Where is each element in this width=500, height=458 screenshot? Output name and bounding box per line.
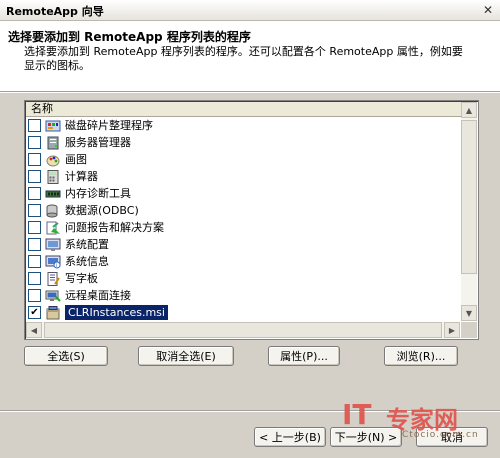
list-item[interactable]: 磁盘碎片整理程序	[26, 117, 460, 134]
list-item[interactable]: 内存诊断工具	[26, 185, 460, 202]
checkbox[interactable]	[28, 153, 41, 166]
list-item[interactable]: 系统配置	[26, 236, 460, 253]
page-title: 选择要添加到 RemoteApp 程序列表的程序	[8, 30, 251, 44]
checkbox[interactable]	[28, 204, 41, 217]
remote-desktop-icon	[45, 289, 61, 303]
defrag-icon	[45, 119, 61, 133]
list-item-label: 系统信息	[65, 255, 109, 268]
browse-button[interactable]: 浏览(R)...	[384, 346, 458, 366]
checkbox[interactable]	[28, 170, 41, 183]
list-item[interactable]: 计算器	[26, 168, 460, 185]
watermark-site: Ctocio.com.cn	[402, 430, 479, 440]
list-item-label: 问题报告和解决方案	[65, 221, 164, 234]
list-item-label: 磁盘碎片整理程序	[65, 119, 153, 132]
list-item-label: 计算器	[65, 170, 98, 183]
checkbox[interactable]	[28, 289, 41, 302]
server-manager-icon	[45, 136, 61, 150]
list-item-label: 写字板	[65, 272, 98, 285]
list-item-label: 服务器管理器	[65, 136, 131, 149]
list-item-label: 画图	[65, 153, 87, 166]
vertical-scrollbar[interactable]: ▲ ▼	[461, 102, 477, 321]
select-all-button[interactable]: 全选(S)	[24, 346, 108, 366]
header-divider	[0, 92, 500, 93]
svg-text:i: i	[56, 263, 57, 269]
problem-reports-icon	[45, 221, 61, 235]
system-info-icon: i	[45, 255, 61, 269]
checkbox[interactable]	[28, 136, 41, 149]
checkbox[interactable]	[28, 255, 41, 268]
scroll-up-icon[interactable]: ▲	[461, 102, 477, 118]
list-item-label: 远程桌面连接	[65, 289, 131, 302]
page-description: 选择要添加到 RemoteApp 程序列表的程序。还可以配置各个 RemoteA…	[24, 45, 463, 72]
watermark-logo: IT 专家网 Ctocio.com.cn	[342, 398, 492, 454]
window-title: RemoteApp 向导	[6, 5, 104, 18]
watermark-it: IT	[342, 398, 372, 431]
back-button[interactable]: < 上一步(B)	[254, 427, 326, 447]
scroll-left-icon[interactable]: ◀	[26, 322, 42, 338]
scrollbar-corner	[461, 322, 477, 338]
list-item-label: CLRInstances.msi	[65, 305, 168, 320]
horizontal-scroll-thumb[interactable]	[44, 322, 442, 338]
paint-icon	[45, 153, 61, 167]
list-item[interactable]: 服务器管理器	[26, 134, 460, 151]
checkbox[interactable]	[28, 187, 41, 200]
memory-diagnostic-icon	[45, 187, 61, 201]
deselect-all-button[interactable]: 取消全选(E)	[138, 346, 234, 366]
checkbox[interactable]	[28, 119, 41, 132]
list-item-label: 数据源(ODBC)	[65, 204, 139, 217]
column-header-name[interactable]: 名称	[26, 102, 466, 117]
list-item[interactable]: 远程桌面连接	[26, 287, 460, 304]
list-item[interactable]: i 系统信息	[26, 253, 460, 270]
properties-button[interactable]: 属性(P)...	[268, 346, 340, 366]
list-item-label: 内存诊断工具	[65, 187, 131, 200]
system-config-icon	[45, 238, 61, 252]
vertical-scroll-thumb[interactable]	[461, 120, 477, 274]
scroll-down-icon[interactable]: ▼	[461, 305, 477, 321]
list-item[interactable]: 画图	[26, 151, 460, 168]
program-list[interactable]: 名称 磁盘碎片整理程序 服务器管理器 画图计算器内存诊断工具 数据源(ODBC) 问题报…	[24, 100, 479, 340]
wizard-header: 选择要添加到 RemoteApp 程序列表的程序 选择要添加到 RemoteAp…	[0, 21, 500, 92]
list-item[interactable]: 写字板	[26, 270, 460, 287]
scroll-right-icon[interactable]: ▶	[444, 322, 460, 338]
odbc-icon	[45, 204, 61, 218]
calculator-icon	[45, 169, 61, 184]
title-bar: RemoteApp 向导 ✕	[0, 0, 500, 21]
program-rows: 磁盘碎片整理程序 服务器管理器 画图计算器内存诊断工具 数据源(ODBC) 问题报告和解…	[26, 117, 460, 321]
close-icon[interactable]: ✕	[480, 2, 496, 17]
list-item[interactable]: ✔ CLRInstances.msi	[26, 304, 460, 321]
horizontal-scrollbar[interactable]: ◀ ▶	[26, 322, 460, 338]
checkbox[interactable]	[28, 238, 41, 251]
checkbox[interactable]	[28, 272, 41, 285]
checkbox-checked[interactable]: ✔	[28, 306, 41, 319]
list-item-label: 系统配置	[65, 238, 109, 251]
msi-package-icon	[45, 305, 61, 320]
list-item[interactable]: 数据源(ODBC)	[26, 202, 460, 219]
wordpad-icon	[45, 271, 61, 286]
list-item[interactable]: 问题报告和解决方案	[26, 219, 460, 236]
checkbox[interactable]	[28, 221, 41, 234]
